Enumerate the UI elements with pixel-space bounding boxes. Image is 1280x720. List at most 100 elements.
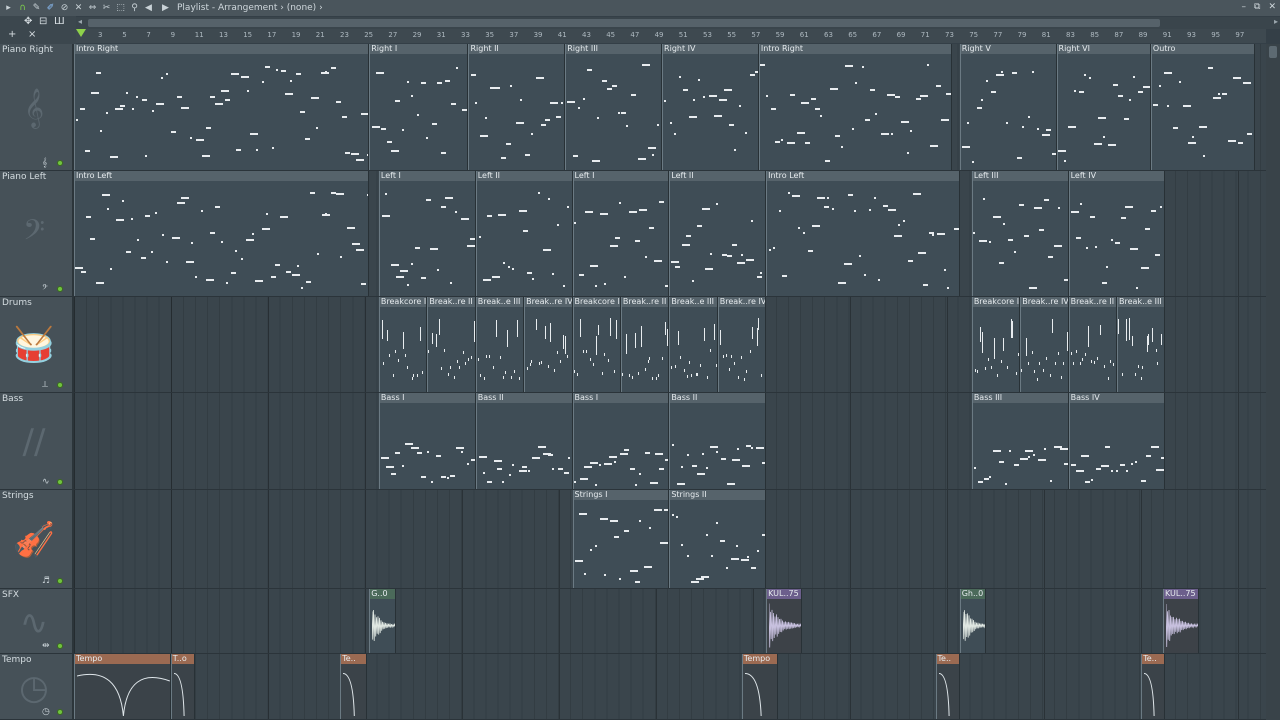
timeline-ruler[interactable]: 3 5 7 9 11 13 15 17 19 21 23 25 27 29 31 33 35 37 39 41 43 45… bbox=[76, 29, 1266, 43]
pattern-clip[interactable]: Breakcore I bbox=[572, 297, 621, 392]
pencil-icon[interactable]: ✎ bbox=[31, 3, 42, 14]
pattern-clip[interactable]: Te.. bbox=[1141, 654, 1166, 719]
pattern-clip[interactable]: Right V bbox=[959, 44, 1057, 170]
track-header[interactable]: Piano Right 𝄞 𝄞 bbox=[0, 44, 74, 170]
track-lane[interactable]: Intro Left Left I Left II Left I Left II Intr… bbox=[74, 171, 1266, 296]
clip-notes bbox=[670, 308, 717, 392]
note bbox=[832, 208, 835, 211]
move-cross-icon[interactable]: ✥ bbox=[24, 16, 32, 27]
track-active-led[interactable] bbox=[57, 709, 63, 715]
pattern-clip[interactable]: Intro Left bbox=[766, 171, 960, 296]
track-header[interactable]: SFX ∿ ⇹ bbox=[0, 589, 74, 653]
track-active-led[interactable] bbox=[57, 479, 63, 485]
pattern-clip[interactable]: Right VI bbox=[1056, 44, 1151, 170]
note bbox=[206, 126, 212, 129]
track-active-led[interactable] bbox=[57, 382, 63, 388]
pattern-clip[interactable]: Tempo bbox=[74, 654, 171, 719]
pattern-clip[interactable]: Break..re IV bbox=[717, 297, 767, 392]
select-icon[interactable]: ⬚ bbox=[115, 3, 126, 14]
pattern-clip[interactable]: KUL..75 bbox=[766, 589, 803, 653]
track-lane[interactable]: Bass I Bass II Bass I Bass II Bass III Bass I… bbox=[74, 393, 1266, 489]
pattern-clip[interactable]: Right I bbox=[369, 44, 469, 170]
track-active-led[interactable] bbox=[57, 160, 63, 166]
track-lane[interactable]: Intro Right Right I Right II Right III Right… bbox=[74, 44, 1266, 170]
pattern-clip[interactable]: Te.. bbox=[935, 654, 960, 719]
ww-icon[interactable]: Ш bbox=[54, 16, 65, 27]
scroll-right-icon[interactable]: ▸ bbox=[1274, 17, 1278, 26]
pattern-clip[interactable]: Bass II bbox=[475, 393, 573, 489]
pattern-clip[interactable]: Break..e III bbox=[669, 297, 718, 392]
track-header[interactable]: Strings 🎻 ♬ bbox=[0, 490, 74, 588]
pattern-clip[interactable]: Left I bbox=[378, 171, 476, 296]
pattern-clip[interactable]: Breakcore I bbox=[378, 297, 428, 392]
pattern-clip[interactable]: Bass II bbox=[669, 393, 767, 489]
vertical-scrollbar[interactable] bbox=[1266, 44, 1280, 720]
pattern-clip[interactable]: Right II bbox=[468, 44, 566, 170]
pattern-clip[interactable]: Bass III bbox=[971, 393, 1069, 489]
pattern-clip[interactable]: G..0 bbox=[369, 589, 396, 653]
pattern-clip[interactable]: Intro Right bbox=[758, 44, 953, 170]
track-lane[interactable]: Tempo T..o Te.. Tempo Te.. Te.. bbox=[74, 654, 1266, 719]
pattern-clip[interactable]: Intro Right bbox=[74, 44, 370, 170]
remove-icon[interactable]: × bbox=[28, 29, 36, 40]
track-active-led[interactable] bbox=[57, 286, 63, 292]
pattern-clip[interactable]: Strings I bbox=[572, 490, 670, 588]
pattern-clip[interactable]: Bass IV bbox=[1068, 393, 1166, 489]
note bbox=[531, 133, 534, 136]
track-header[interactable]: Bass ∕∕ ∿ bbox=[0, 393, 74, 489]
magnet-icon[interactable]: ∩ bbox=[17, 3, 28, 14]
slider-icon[interactable]: ⊟ bbox=[39, 16, 47, 27]
pattern-clip[interactable]: Break..re IV bbox=[524, 297, 573, 392]
scroll-thumb[interactable] bbox=[88, 19, 1160, 27]
pattern-clip[interactable]: Left I bbox=[572, 171, 670, 296]
vscroll-thumb[interactable] bbox=[1269, 46, 1277, 58]
add-track-icon[interactable]: + bbox=[8, 29, 16, 40]
song-position-marker[interactable] bbox=[76, 29, 86, 37]
track-lane[interactable]: G..0 KUL..75 Gh..0 KUL..75 bbox=[74, 589, 1266, 653]
pattern-clip[interactable]: Left III bbox=[971, 171, 1069, 296]
slip-icon[interactable]: ⇔ bbox=[87, 3, 98, 14]
note bbox=[692, 464, 698, 467]
pattern-clip[interactable]: Bass I bbox=[572, 393, 670, 489]
delete-icon[interactable]: ⊘ bbox=[59, 3, 70, 14]
pattern-clip[interactable]: KUL..75 bbox=[1163, 589, 1200, 653]
pattern-clip[interactable]: Right IV bbox=[662, 44, 759, 170]
track-lane[interactable]: Strings I Strings II bbox=[74, 490, 1266, 588]
pattern-clip[interactable]: Break..e III bbox=[475, 297, 525, 392]
speaker-icon[interactable]: ◀ bbox=[143, 3, 154, 14]
track-active-led[interactable] bbox=[57, 643, 63, 649]
minimize-icon[interactable]: – bbox=[1242, 2, 1247, 12]
pattern-clip[interactable]: T..o bbox=[170, 654, 195, 719]
track-active-led[interactable] bbox=[57, 578, 63, 584]
slice-icon[interactable]: ✂ bbox=[101, 3, 112, 14]
track-header[interactable]: Tempo ◷ ◷ bbox=[0, 654, 74, 719]
zoom-icon[interactable]: ⚲ bbox=[129, 3, 140, 14]
paint-icon[interactable]: ✐ bbox=[45, 3, 56, 14]
pattern-clip[interactable]: Te.. bbox=[340, 654, 367, 719]
pattern-clip[interactable]: Gh..0 bbox=[959, 589, 987, 653]
play-arrow-icon[interactable]: ▸ bbox=[3, 3, 14, 14]
close-icon[interactable]: ✕ bbox=[1268, 2, 1276, 12]
pattern-clip[interactable]: Break..e III bbox=[1117, 297, 1166, 392]
restore-icon[interactable]: ⧉ bbox=[1254, 2, 1260, 12]
pattern-clip[interactable]: Intro Left bbox=[74, 171, 370, 296]
pattern-clip[interactable]: Left II bbox=[669, 171, 767, 296]
pattern-clip[interactable]: Outro bbox=[1150, 44, 1255, 170]
track-header[interactable]: Drums 🥁 ⟂ bbox=[0, 297, 74, 392]
track-lane[interactable]: Breakcore I Break..re II Break..e III Break… bbox=[74, 297, 1266, 392]
pattern-clip[interactable]: Right III bbox=[565, 44, 663, 170]
pattern-clip[interactable]: Left II bbox=[475, 171, 573, 296]
pattern-clip[interactable]: Break..re II bbox=[1068, 297, 1117, 392]
pattern-clip[interactable]: Tempo bbox=[741, 654, 779, 719]
horizontal-scrollbar[interactable]: ◂ ▸ bbox=[76, 17, 1280, 29]
pattern-clip[interactable]: Break..re IV bbox=[1020, 297, 1069, 392]
pattern-clip[interactable]: Strings II bbox=[669, 490, 767, 588]
mute-icon[interactable]: ✕ bbox=[73, 3, 84, 14]
pattern-clip[interactable]: Break..re II bbox=[620, 297, 670, 392]
pattern-clip[interactable]: Bass I bbox=[378, 393, 476, 489]
pattern-clip[interactable]: Left IV bbox=[1068, 171, 1166, 296]
scroll-left-icon[interactable]: ◂ bbox=[78, 17, 82, 26]
pattern-clip[interactable]: Breakcore I bbox=[971, 297, 1021, 392]
track-header[interactable]: Piano Left 𝄢 𝄢 bbox=[0, 171, 74, 296]
pattern-clip[interactable]: Break..re II bbox=[427, 297, 476, 392]
